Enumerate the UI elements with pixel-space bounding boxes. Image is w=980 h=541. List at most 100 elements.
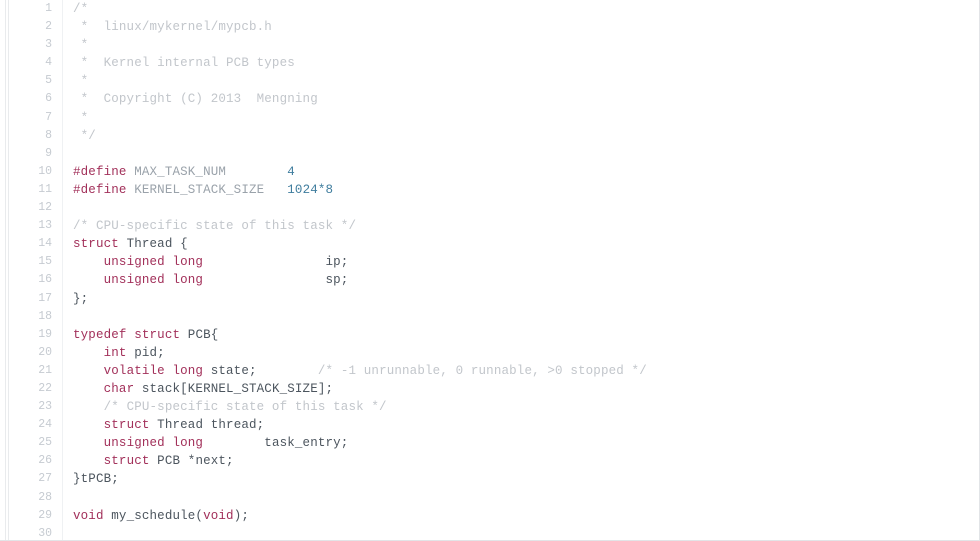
line-number[interactable]: 30 [0,524,63,540]
line-number[interactable]: 15 [0,253,63,272]
code-token-keyword: char [103,381,135,396]
line-content[interactable]: #define MAX_TASK_NUM 4 [63,163,980,181]
line-number[interactable]: 8 [0,126,63,145]
code-line-row[interactable]: 17}; [0,289,980,308]
line-content[interactable]: struct Thread { [63,235,980,253]
code-line-row[interactable]: 13 /* CPU-specific state of this task */ [0,217,980,236]
line-number[interactable]: 9 [0,144,63,163]
code-line-row[interactable]: 29 void my_schedule(void); [0,506,980,525]
code-line-row[interactable]: 3 * [0,36,980,55]
line-number[interactable]: 26 [0,452,63,471]
line-content[interactable]: unsigned long ip; [63,253,980,271]
code-token-number: 4 [287,164,295,179]
code-line-row[interactable]: 10 #define MAX_TASK_NUM 4 [0,162,980,181]
line-number[interactable]: 3 [0,36,63,55]
line-content[interactable] [63,308,980,326]
line-number[interactable]: 20 [0,343,63,362]
code-line-row[interactable]: 2 * linux/mykernel/mypcb.h [0,18,980,37]
line-content[interactable] [63,525,980,540]
line-number[interactable]: 29 [0,506,63,525]
line-content[interactable]: */ [63,127,980,145]
line-content[interactable] [63,199,980,217]
line-number[interactable]: 21 [0,361,63,380]
code-line-row[interactable]: 9 [0,144,980,163]
code-line-row[interactable]: 18 [0,307,980,326]
line-number[interactable]: 18 [0,307,63,326]
left-edge-rule-outer [5,0,6,540]
line-content[interactable]: * [63,72,980,90]
code-line-row[interactable]: 22 char stack[KERNEL_STACK_SIZE]; [0,379,980,399]
line-number[interactable]: 28 [0,488,63,507]
line-content[interactable]: volatile long state; /* -1 unrunnable, 0… [63,362,980,380]
line-number[interactable]: 22 [0,379,63,399]
line-content[interactable]: /* CPU-specific state of this task */ [63,217,980,235]
line-number[interactable]: 7 [0,108,63,127]
line-number[interactable]: 14 [0,235,63,254]
line-content[interactable]: * [63,109,980,127]
line-number[interactable]: 17 [0,289,63,308]
line-content[interactable]: /* CPU-specific state of this task */ [63,398,980,416]
line-number[interactable]: 5 [0,72,63,91]
line-number[interactable]: 11 [0,180,63,200]
line-number[interactable]: 4 [0,54,63,73]
code-token-keyword: struct [103,418,150,433]
line-number[interactable]: 2 [0,18,63,37]
line-number[interactable]: 13 [0,217,63,236]
code-line-row[interactable]: 19 typedef struct PCB{ [0,325,980,344]
code-line-row[interactable]: 12 [0,199,980,218]
code-line-row[interactable]: 25 unsigned long task_entry; [0,434,980,453]
line-number[interactable]: 24 [0,416,63,435]
line-number[interactable]: 23 [0,398,63,417]
code-line-row[interactable]: 16 unsigned long sp; [0,271,980,290]
code-line-row[interactable]: 24 struct Thread thread; [0,416,980,435]
line-content[interactable]: void my_schedule(void); [63,507,980,525]
line-content[interactable]: struct Thread thread; [63,416,980,434]
line-content[interactable]: struct PCB *next; [63,452,980,470]
code-line-row[interactable]: 8 */ [0,126,980,145]
code-line-row[interactable]: 7 * [0,108,980,127]
code-line-row[interactable]: 26 struct PCB *next; [0,452,980,471]
line-content[interactable]: int pid; [63,344,980,362]
line-content[interactable]: /* [63,0,980,18]
line-content[interactable]: * Kernel internal PCB types [63,54,980,72]
code-token-comment: /* CPU-specific state of this task */ [103,400,387,415]
line-content[interactable]: * [63,36,980,54]
line-content[interactable]: unsigned long sp; [63,271,980,289]
code-line-row[interactable]: 6 * Copyright (C) 2013 Mengning [0,90,980,109]
line-content[interactable] [63,145,980,163]
code-line-row[interactable]: 1 /* [0,0,980,19]
code-line-row[interactable]: 5 * [0,72,980,91]
code-token-plain: PCB{ [180,327,219,342]
line-number[interactable]: 27 [0,470,63,489]
line-content[interactable]: unsigned long task_entry; [63,434,980,452]
line-content[interactable]: }; [63,290,980,308]
line-number[interactable]: 25 [0,434,63,453]
line-content[interactable] [63,489,980,507]
code-line-row[interactable]: 11 #define KERNEL_STACK_SIZE 1024*8 [0,180,980,200]
code-line-row[interactable]: 27}tPCB; [0,470,980,489]
code-line-row[interactable]: 14 struct Thread { [0,235,980,254]
line-number[interactable]: 12 [0,199,63,218]
code-line-row[interactable]: 30 [0,524,980,540]
code-viewer[interactable]: 1/* 2 * linux/mykernel/mypcb.h 3 * 4 * Kern… [0,0,980,541]
code-line-row[interactable]: 28 [0,488,980,507]
code-line-row[interactable]: 15 unsigned long ip; [0,253,980,272]
code-token-keyword: struct [73,237,119,252]
line-content[interactable]: char stack[KERNEL_STACK_SIZE]; [63,380,980,398]
line-content[interactable]: #define KERNEL_STACK_SIZE 1024*8 [63,181,980,199]
line-content[interactable]: * Copyright (C) 2013 Mengning [63,90,980,108]
code-line-row[interactable]: 21 volatile long state; /* -1 unrunnable… [0,361,980,380]
line-number[interactable]: 1 [0,0,63,19]
code-line-row[interactable]: 23 /* CPU-specific state of this task */ [0,398,980,417]
line-content[interactable]: * linux/mykernel/mypcb.h [63,18,980,36]
line-content[interactable]: typedef struct PCB{ [63,326,980,344]
code-line-row[interactable]: 4 * Kernel internal PCB types [0,54,980,73]
line-content[interactable]: }tPCB; [63,470,980,488]
line-number[interactable]: 6 [0,90,63,109]
line-number[interactable]: 19 [0,325,63,344]
line-number[interactable]: 10 [0,162,63,181]
code-line-row[interactable]: 20 int pid; [0,343,980,362]
line-number[interactable]: 16 [0,271,63,290]
